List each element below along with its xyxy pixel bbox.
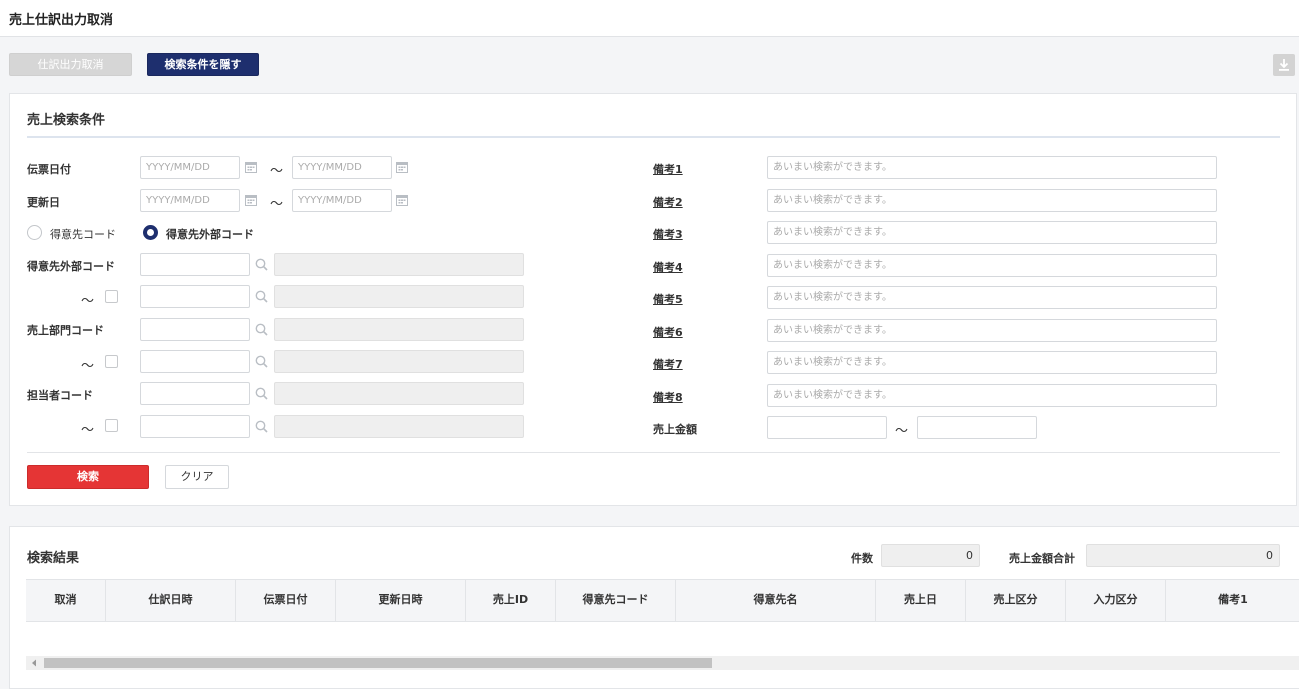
range-tilde: ～ — [81, 423, 95, 438]
sales-amount-from-input[interactable] — [767, 416, 887, 439]
range-tilde: ～ — [81, 294, 95, 309]
search-button[interactable]: 検索 — [27, 465, 149, 489]
scrollbar-thumb[interactable] — [44, 658, 712, 668]
radio-customer-code-label[interactable]: 得意先コード — [50, 226, 116, 242]
staff-code-to-input[interactable] — [140, 415, 250, 438]
remarks-2-link[interactable]: 備考2 — [653, 194, 683, 210]
remarks-2-input[interactable]: あいまい検索ができます。 — [767, 189, 1217, 212]
remarks-5-link[interactable]: 備考5 — [653, 291, 683, 307]
remarks-1-link[interactable]: 備考1 — [653, 161, 683, 177]
search-icon[interactable] — [255, 355, 268, 368]
column-header[interactable]: 伝票日付 — [236, 580, 336, 621]
update-date-to-input[interactable]: YYYY/MM/DD — [292, 189, 392, 212]
title-bar: 売上仕訳出力取消 — [0, 0, 1299, 37]
remarks-8-link[interactable]: 備考8 — [653, 389, 683, 405]
column-header[interactable]: 仕訳日時 — [106, 580, 236, 621]
sales-dept-name-display — [274, 318, 524, 341]
range-tilde: ～ — [270, 164, 284, 179]
count-value: 0 — [881, 544, 980, 567]
radio-customer-code[interactable] — [27, 225, 42, 240]
remarks-1-input[interactable]: あいまい検索ができます。 — [767, 156, 1217, 179]
update-date-from-input[interactable]: YYYY/MM/DD — [140, 189, 240, 212]
results-table-header: 取消 仕訳日時 伝票日付 更新日時 売上ID 得意先コード 得意先名 売上日 売… — [26, 579, 1299, 622]
slip-date-label: 伝票日付 — [27, 163, 71, 176]
sales-dept-code-to-input[interactable] — [140, 350, 250, 373]
sales-amount-to-input[interactable] — [917, 416, 1037, 439]
remarks-3-input[interactable]: あいまい検索ができます。 — [767, 221, 1217, 244]
remarks-7-input[interactable]: あいまい検索ができます。 — [767, 351, 1217, 374]
title-divider — [27, 136, 1280, 138]
column-header[interactable]: 売上日 — [876, 580, 966, 621]
total-amount-label: 売上金額合計 — [1009, 552, 1075, 565]
search-icon[interactable] — [255, 387, 268, 400]
toggle-search-conditions-button[interactable]: 検索条件を隠す — [147, 53, 259, 76]
customer-ext-code-from-input[interactable] — [140, 253, 250, 276]
update-date-label: 更新日 — [27, 196, 60, 209]
remarks-7-link[interactable]: 備考7 — [653, 356, 683, 372]
chevron-left-icon[interactable] — [31, 659, 37, 667]
download-icon — [1279, 59, 1289, 71]
search-results-panel: 検索結果 件数 0 売上金額合計 0 取消 仕訳日時 伝票日付 更新日時 売上I… — [9, 526, 1299, 689]
horizontal-scrollbar[interactable] — [26, 656, 1299, 670]
search-icon[interactable] — [255, 420, 268, 433]
range-tilde: ～ — [895, 424, 909, 439]
calendar-icon[interactable] — [245, 194, 257, 206]
sales-dept-code-from-input[interactable] — [140, 318, 250, 341]
range-tilde: ～ — [270, 197, 284, 212]
customer-ext-name-to-display — [274, 285, 524, 308]
remarks-4-link[interactable]: 備考4 — [653, 259, 683, 275]
remarks-4-input[interactable]: あいまい検索ができます。 — [767, 254, 1217, 277]
column-header[interactable]: 売上区分 — [966, 580, 1066, 621]
customer-ext-code-to-input[interactable] — [140, 285, 250, 308]
staff-name-to-display — [274, 415, 524, 438]
sales-dept-name-to-display — [274, 350, 524, 373]
staff-code-from-input[interactable] — [140, 382, 250, 405]
total-amount-value: 0 — [1086, 544, 1280, 567]
calendar-icon[interactable] — [245, 161, 257, 173]
remarks-8-input[interactable]: あいまい検索ができます。 — [767, 384, 1217, 407]
range-checkbox[interactable] — [105, 290, 118, 303]
search-conditions-title: 売上検索条件 — [27, 113, 106, 128]
remarks-6-link[interactable]: 備考6 — [653, 324, 683, 340]
search-conditions-panel: 売上検索条件 伝票日付 YYYY/MM/DD ～ YYYY/MM/DD 更新日 … — [9, 93, 1297, 506]
column-header[interactable]: 取消 — [26, 580, 106, 621]
calendar-icon[interactable] — [396, 161, 408, 173]
search-icon[interactable] — [255, 323, 268, 336]
column-header[interactable]: 売上ID — [466, 580, 556, 621]
range-checkbox[interactable] — [105, 355, 118, 368]
cancel-export-button[interactable]: 仕訳出力取消 — [9, 53, 132, 76]
column-header[interactable]: 備考1 — [1166, 580, 1299, 621]
remarks-3-link[interactable]: 備考3 — [653, 226, 683, 242]
column-header[interactable]: 更新日時 — [336, 580, 466, 621]
column-header[interactable]: 得意先名 — [676, 580, 876, 621]
search-results-title: 検索結果 — [27, 551, 80, 566]
search-icon[interactable] — [255, 290, 268, 303]
page-title: 売上仕訳出力取消 — [9, 13, 114, 28]
radio-customer-ext-code-label[interactable]: 得意先外部コード — [166, 226, 254, 242]
clear-button[interactable]: クリア — [165, 465, 229, 489]
calendar-icon[interactable] — [396, 194, 408, 206]
staff-name-display — [274, 382, 524, 405]
customer-ext-name-display — [274, 253, 524, 276]
slip-date-from-input[interactable]: YYYY/MM/DD — [140, 156, 240, 179]
count-label: 件数 — [851, 552, 873, 565]
sales-amount-label: 売上金額 — [653, 423, 697, 436]
sales-dept-code-label: 売上部門コード — [27, 324, 104, 337]
download-button[interactable] — [1273, 54, 1295, 76]
column-header[interactable]: 入力区分 — [1066, 580, 1166, 621]
remarks-5-input[interactable]: あいまい検索ができます。 — [767, 286, 1217, 309]
radio-customer-ext-code[interactable] — [143, 225, 158, 240]
divider — [27, 452, 1280, 453]
column-header[interactable]: 得意先コード — [556, 580, 676, 621]
remarks-6-input[interactable]: あいまい検索ができます。 — [767, 319, 1217, 342]
slip-date-to-input[interactable]: YYYY/MM/DD — [292, 156, 392, 179]
staff-code-label: 担当者コード — [27, 389, 93, 402]
range-checkbox[interactable] — [105, 419, 118, 432]
search-icon[interactable] — [255, 258, 268, 271]
range-tilde: ～ — [81, 359, 95, 374]
customer-ext-code-label: 得意先外部コード — [27, 260, 115, 273]
